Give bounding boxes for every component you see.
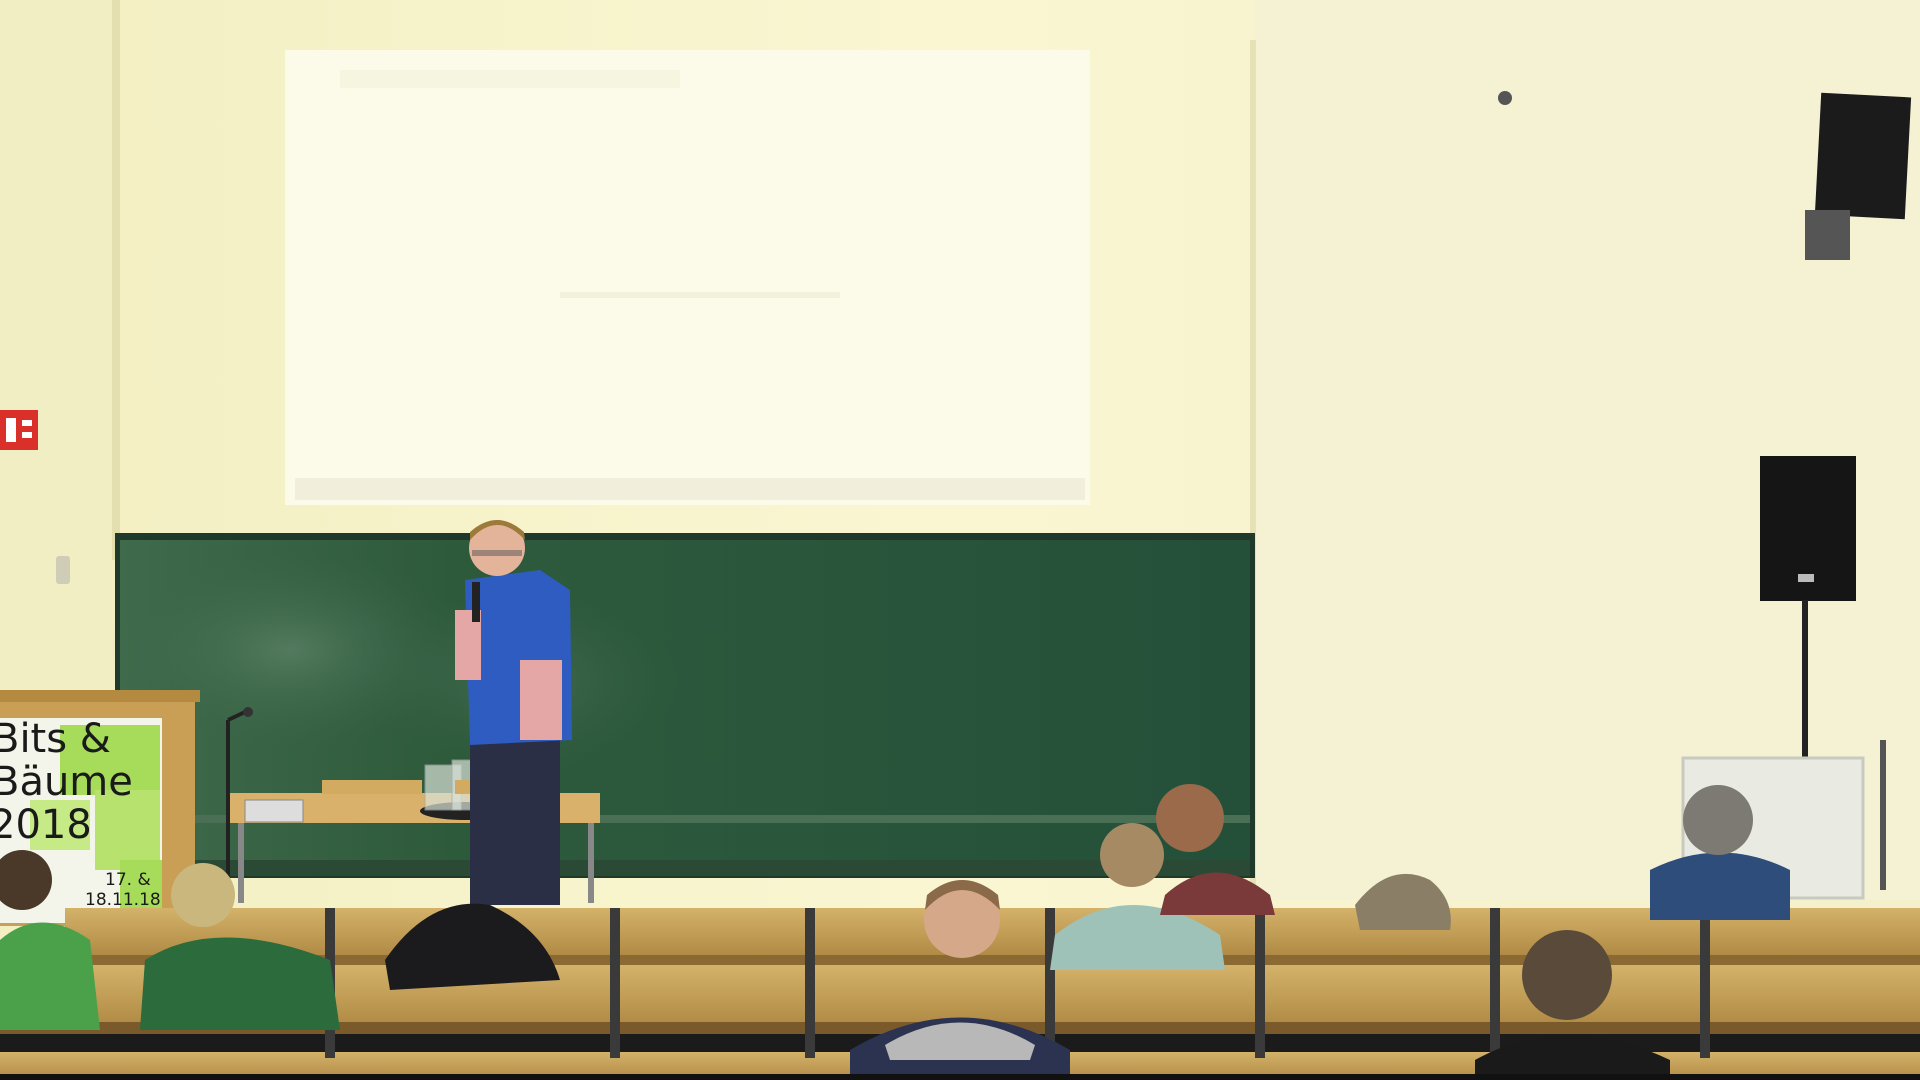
banner-line2: Bäume bbox=[0, 759, 133, 805]
fire-extinguisher-sign-icon bbox=[0, 410, 38, 450]
banner-line1: Bits & bbox=[0, 716, 111, 762]
banner-date2: 18.11.18 bbox=[85, 890, 161, 910]
banner-date1: 17. & bbox=[105, 870, 151, 890]
scene-svg: Bits & Bäume 2018 17. & 18.11.18 bbox=[0, 0, 1920, 1080]
lecture-hall-scene: Bits & Bäume 2018 17. & 18.11.18 bbox=[0, 0, 1920, 1080]
projection-screen bbox=[285, 50, 1090, 505]
banner-line3: 2018 bbox=[0, 802, 92, 848]
left-pillar bbox=[0, 0, 120, 700]
smoke-detector-icon bbox=[1498, 91, 1512, 105]
